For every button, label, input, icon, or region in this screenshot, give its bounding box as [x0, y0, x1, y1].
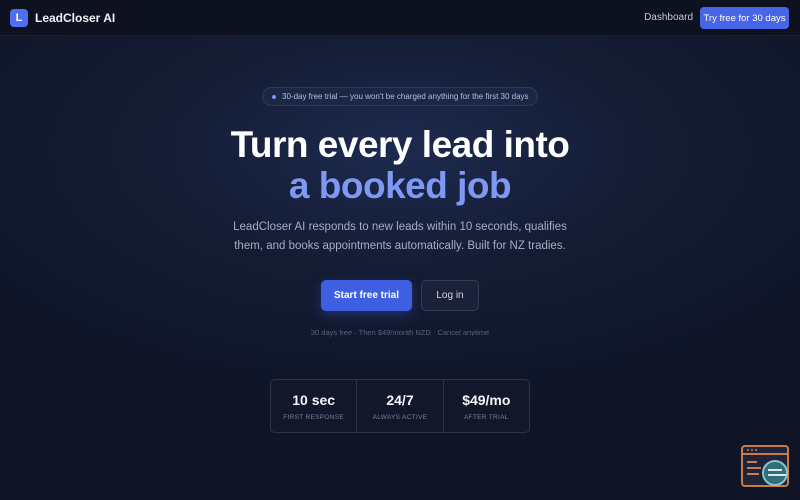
free-trial-badge-text: 30-day free trial — you won't be charged…: [282, 92, 529, 101]
stat-always-active: 24/7 ALWAYS ACTIVE: [356, 380, 442, 432]
stat-value: 24/7: [386, 391, 414, 408]
start-free-trial-button[interactable]: Start free trial: [321, 280, 412, 311]
badge-dot-icon: [272, 94, 276, 99]
widget-line: [747, 461, 757, 463]
stat-value: $49/mo: [462, 391, 511, 408]
free-trial-badge: 30-day free trial — you won't be charged…: [262, 87, 538, 106]
brand-logo-icon: L: [10, 9, 28, 27]
stat-value: 10 sec: [292, 391, 336, 408]
widget-dot-icon: [751, 449, 753, 451]
bubble-line: [768, 474, 786, 476]
brand-name: LeadCloser AI: [35, 11, 116, 25]
stat-label: AFTER TRIAL: [463, 413, 509, 421]
bubble-line: [768, 469, 782, 471]
widget-dot-icon: [747, 449, 749, 451]
chat-bubble-icon: [762, 460, 788, 486]
brand[interactable]: L LeadCloser AI: [10, 9, 115, 27]
stat-first-response: 10 sec FIRST RESPONSE: [271, 380, 356, 432]
hero-subtext: LeadCloser AI responds to new leads with…: [233, 221, 567, 252]
widget-dot-icon: [755, 449, 757, 451]
headline-line-1: Turn every lead into: [230, 124, 570, 165]
top-navbar: L LeadCloser AI Dashboard Try free for 3…: [0, 0, 800, 36]
stat-label: FIRST RESPONSE: [283, 413, 345, 421]
stat-after-trial: $49/mo AFTER TRIAL: [442, 380, 529, 432]
try-free-button[interactable]: Try free for 30 days: [700, 7, 789, 29]
headline-line-2: a booked job: [288, 165, 512, 206]
hero-headline: Turn every lead into a booked job: [0, 124, 800, 206]
chat-support-icon[interactable]: [741, 445, 789, 487]
dashboard-link[interactable]: Dashboard: [644, 12, 693, 23]
widget-line: [747, 467, 761, 469]
widget-line: [747, 473, 759, 475]
stats-panel: 10 sec FIRST RESPONSE 24/7 ALWAYS ACTIVE…: [270, 379, 530, 433]
pricing-fine-print: 30 days free · Then $49/month NZD · Canc…: [310, 328, 490, 337]
stat-label: ALWAYS ACTIVE: [372, 413, 428, 421]
widget-titlebar: [743, 447, 787, 455]
log-in-button[interactable]: Log in: [421, 280, 479, 311]
